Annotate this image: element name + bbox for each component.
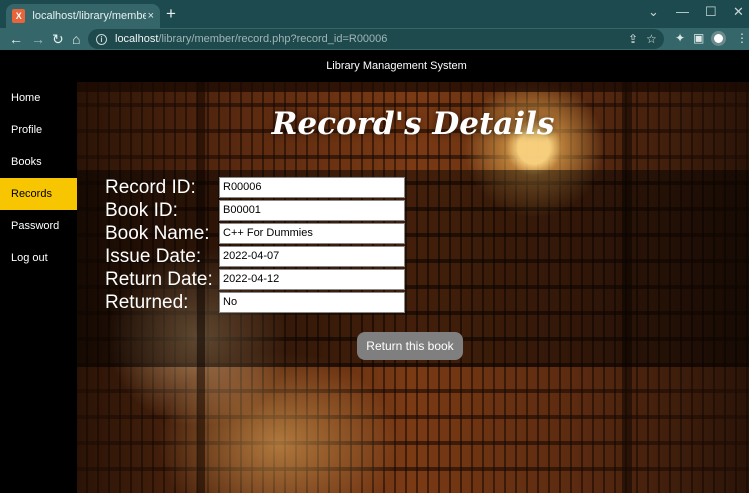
back-arrow-icon[interactable]: ←	[9, 29, 23, 49]
issue-date-label: Issue Date:	[105, 246, 202, 267]
book-id-label: Book ID:	[105, 200, 178, 221]
return-book-button[interactable]: Return this book	[357, 332, 463, 360]
tab-close-icon[interactable]: ×	[148, 10, 154, 22]
browser-toolbar: ← → ↻ ⌂ i localhost/library/member/recor…	[0, 28, 749, 50]
minimize-icon[interactable]: —	[676, 4, 689, 19]
forward-arrow-icon[interactable]: →	[31, 29, 45, 49]
site-header: Library Management System	[0, 50, 749, 82]
tab-title: localhost/library/member/record	[32, 10, 146, 22]
record-id-label: Record ID:	[105, 177, 196, 198]
address-bar[interactable]: i localhost/library/member/record.php?re…	[88, 29, 664, 49]
book-name-field[interactable]: C++ For Dummies	[219, 223, 405, 244]
returned-label: Returned:	[105, 292, 189, 313]
info-icon[interactable]: i	[96, 33, 107, 45]
library-background-image: Record's Details Record ID: R00006 Book …	[77, 82, 749, 493]
sidebar-item-records[interactable]: Records	[0, 178, 77, 210]
chevron-down-icon[interactable]: ⌄	[648, 4, 659, 20]
share-icon[interactable]: ⇪	[628, 32, 638, 46]
return-date-field[interactable]: 2022-04-12	[219, 269, 405, 290]
home-icon[interactable]: ⌂	[72, 29, 80, 49]
sidebar: Home Profile Books Records Password Log …	[0, 82, 77, 493]
reload-icon[interactable]: ↻	[52, 29, 64, 49]
sidebar-item-password[interactable]: Password	[0, 210, 77, 242]
return-date-label: Return Date:	[105, 269, 213, 290]
favicon-icon: X	[12, 9, 26, 23]
sidepanel-icon[interactable]: ▣	[693, 31, 704, 45]
site-title: Library Management System	[326, 60, 467, 72]
maximize-icon[interactable]: ☐	[705, 4, 717, 20]
record-id-field[interactable]: R00006	[219, 177, 405, 198]
ceiling-beam	[77, 82, 749, 92]
url-text[interactable]: localhost/library/member/record.php?reco…	[115, 33, 387, 45]
book-id-field[interactable]: B00001	[219, 200, 405, 221]
issue-date-field[interactable]: 2022-04-07	[219, 246, 405, 267]
browser-tab[interactable]: X localhost/library/member/record ×	[6, 4, 160, 28]
page-title: Record's Details	[271, 106, 555, 142]
star-icon[interactable]: ☆	[646, 32, 657, 46]
menu-icon[interactable]: ⋮	[736, 31, 748, 45]
book-name-label: Book Name:	[105, 223, 210, 244]
sidebar-item-home[interactable]: Home	[0, 82, 77, 114]
close-window-icon[interactable]: ✕	[733, 4, 744, 20]
page: Library Management System Home Profile B…	[0, 50, 749, 493]
sidebar-item-logout[interactable]: Log out	[0, 242, 77, 274]
sidebar-item-profile[interactable]: Profile	[0, 114, 77, 146]
profile-avatar-icon[interactable]	[711, 31, 726, 46]
browser-tabstrip: X localhost/library/member/record × + ⌄ …	[0, 0, 749, 28]
extensions-icon[interactable]: ✦	[675, 31, 685, 45]
new-tab-icon[interactable]: +	[166, 5, 176, 22]
sidebar-item-books[interactable]: Books	[0, 146, 77, 178]
returned-field[interactable]: No	[219, 292, 405, 313]
